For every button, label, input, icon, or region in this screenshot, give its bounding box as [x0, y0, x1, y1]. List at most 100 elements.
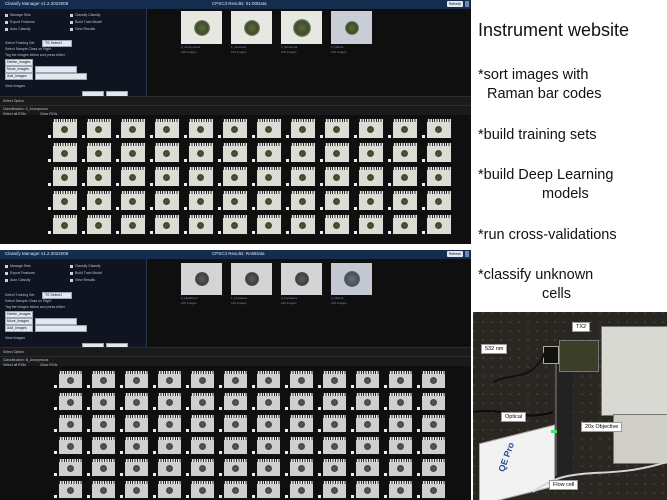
delete-images-button[interactable]: Delete_Images: [5, 311, 33, 318]
image-thumbnail[interactable]: [285, 370, 314, 389]
image-thumbnail[interactable]: [186, 480, 215, 499]
image-thumbnail[interactable]: [320, 118, 350, 139]
reference-class-3[interactable]: 3_Others 100 images: [331, 263, 372, 305]
menu-export-features[interactable]: Export Features: [5, 20, 35, 24]
select-checkbox[interactable]: [286, 231, 289, 234]
select-checkbox[interactable]: [218, 135, 221, 138]
select-checkbox[interactable]: [87, 473, 90, 476]
select-checkbox[interactable]: [417, 473, 420, 476]
select-checkbox[interactable]: [48, 159, 51, 162]
image-thumbnail[interactable]: [153, 414, 182, 433]
image-thumbnail[interactable]: [153, 370, 182, 389]
select-checkbox[interactable]: [186, 473, 189, 476]
image-thumbnail[interactable]: [252, 166, 282, 187]
menu-build-model[interactable]: Build Train Model: [70, 20, 102, 24]
image-thumbnail[interactable]: [153, 480, 182, 499]
select-checkbox[interactable]: [285, 429, 288, 432]
image-thumbnail[interactable]: [384, 458, 413, 477]
select-checkbox[interactable]: [186, 385, 189, 388]
image-thumbnail[interactable]: [388, 214, 418, 235]
select-checkbox[interactable]: [252, 407, 255, 410]
image-thumbnail[interactable]: [422, 118, 452, 139]
select-checkbox[interactable]: [417, 407, 420, 410]
image-thumbnail[interactable]: [286, 214, 316, 235]
select-checkbox[interactable]: [219, 407, 222, 410]
select-checkbox[interactable]: [54, 407, 57, 410]
select-checkbox[interactable]: [384, 429, 387, 432]
select-checkbox[interactable]: [388, 231, 391, 234]
select-checkbox[interactable]: [252, 473, 255, 476]
image-thumbnail[interactable]: [48, 142, 78, 163]
select-checkbox[interactable]: [186, 451, 189, 454]
image-thumbnail[interactable]: [318, 414, 347, 433]
image-thumbnail[interactable]: [153, 458, 182, 477]
image-thumbnail[interactable]: [48, 214, 78, 235]
select-checkbox[interactable]: [219, 495, 222, 498]
select-checkbox[interactable]: [82, 183, 85, 186]
select-checkbox[interactable]: [87, 451, 90, 454]
select-checkbox[interactable]: [318, 385, 321, 388]
move-target-select[interactable]: [35, 66, 77, 73]
image-thumbnail[interactable]: [252, 214, 282, 235]
image-thumbnail[interactable]: [285, 458, 314, 477]
select-checkbox[interactable]: [318, 451, 321, 454]
select-checkbox[interactable]: [116, 159, 119, 162]
select-checkbox[interactable]: [252, 159, 255, 162]
clear-rois-button[interactable]: Clear ROIs: [40, 363, 57, 367]
select-checkbox[interactable]: [87, 495, 90, 498]
image-thumbnail[interactable]: [54, 458, 83, 477]
select-checkbox[interactable]: [252, 451, 255, 454]
menu-view-results[interactable]: View Results: [70, 278, 95, 282]
image-thumbnail[interactable]: [120, 370, 149, 389]
image-thumbnail[interactable]: [286, 142, 316, 163]
select-checkbox[interactable]: [417, 451, 420, 454]
image-thumbnail[interactable]: [351, 414, 380, 433]
select-checkbox[interactable]: [286, 183, 289, 186]
select-checkbox[interactable]: [285, 407, 288, 410]
refresh-button[interactable]: Refresh: [447, 251, 463, 257]
image-thumbnail[interactable]: [219, 414, 248, 433]
select-checkbox[interactable]: [384, 385, 387, 388]
select-checkbox[interactable]: [219, 451, 222, 454]
image-thumbnail[interactable]: [286, 166, 316, 187]
select-checkbox[interactable]: [354, 183, 357, 186]
image-thumbnail[interactable]: [286, 118, 316, 139]
select-checkbox[interactable]: [351, 385, 354, 388]
image-thumbnail[interactable]: [219, 480, 248, 499]
image-thumbnail[interactable]: [417, 458, 446, 477]
select-checkbox[interactable]: [120, 451, 123, 454]
select-checkbox[interactable]: [422, 183, 425, 186]
image-thumbnail[interactable]: [354, 214, 384, 235]
select-checkbox[interactable]: [153, 473, 156, 476]
reference-class-0[interactable]: 0_Anonymous 100 images: [181, 11, 222, 54]
image-thumbnail[interactable]: [184, 214, 214, 235]
image-thumbnail[interactable]: [318, 480, 347, 499]
image-thumbnail[interactable]: [252, 458, 281, 477]
image-thumbnail[interactable]: [320, 142, 350, 163]
select-checkbox[interactable]: [285, 385, 288, 388]
image-thumbnail[interactable]: [285, 480, 314, 499]
select-checkbox[interactable]: [54, 495, 57, 498]
select-checkbox[interactable]: [153, 495, 156, 498]
image-thumbnail[interactable]: [116, 118, 146, 139]
image-thumbnail[interactable]: [388, 142, 418, 163]
select-checkbox[interactable]: [186, 495, 189, 498]
move-images-button[interactable]: Move_Images: [5, 318, 33, 325]
menu-manage-sets[interactable]: Manage Sets: [5, 13, 31, 17]
image-thumbnail[interactable]: [186, 370, 215, 389]
image-thumbnail[interactable]: [82, 166, 112, 187]
image-thumbnail[interactable]: [218, 166, 248, 187]
image-thumbnail[interactable]: [48, 118, 78, 139]
select-checkbox[interactable]: [116, 231, 119, 234]
select-checkbox[interactable]: [54, 385, 57, 388]
image-thumbnail[interactable]: [354, 190, 384, 211]
image-thumbnail[interactable]: [186, 436, 215, 455]
image-thumbnail[interactable]: [120, 458, 149, 477]
image-thumbnail[interactable]: [384, 370, 413, 389]
select-checkbox[interactable]: [54, 473, 57, 476]
menu-build-model[interactable]: Build Train Model: [70, 271, 102, 275]
select-checkbox[interactable]: [351, 407, 354, 410]
select-checkbox[interactable]: [252, 135, 255, 138]
reference-class-2[interactable]: 2_Abnormal 100 images: [281, 11, 322, 54]
image-thumbnail[interactable]: [384, 392, 413, 411]
